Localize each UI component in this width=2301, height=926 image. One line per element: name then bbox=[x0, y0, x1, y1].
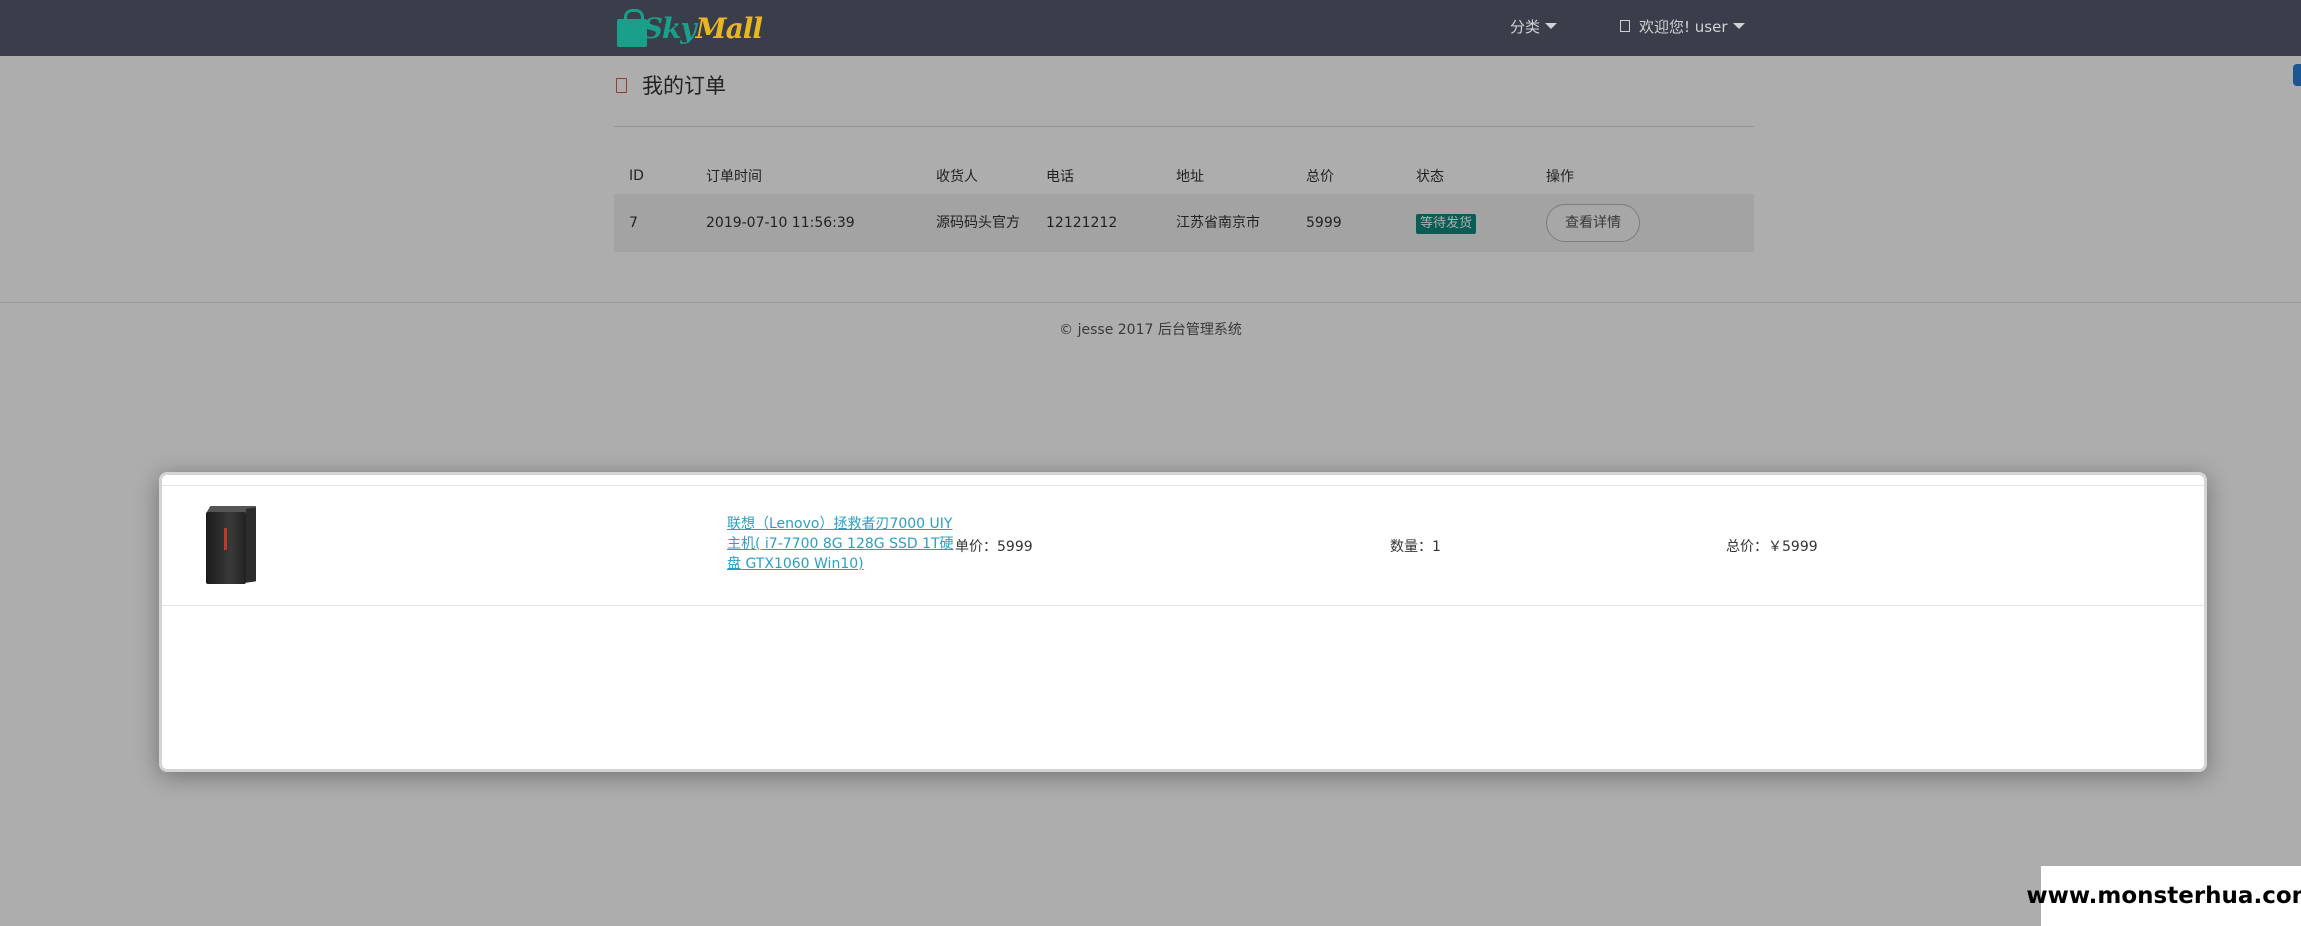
top-navbar: SkyMall 分类 欢迎您! user bbox=[0, 0, 2301, 56]
order-detail-modal: 联想（Lenovo）拯救者刃7000 UIY主机( i7-7700 8G 128… bbox=[159, 472, 2207, 772]
shopping-bag-icon bbox=[617, 9, 647, 47]
order-item-row: 联想（Lenovo）拯救者刃7000 UIY主机( i7-7700 8G 128… bbox=[162, 486, 2204, 606]
category-dropdown-label: 分类 bbox=[1510, 17, 1541, 36]
user-icon bbox=[1620, 20, 1630, 32]
site-watermark: www.monsterhua.com bbox=[2026, 866, 2301, 926]
user-dropdown-label: 欢迎您! user bbox=[1639, 17, 1728, 36]
category-dropdown[interactable]: 分类 bbox=[1510, 0, 1558, 52]
item-subtotal: 总价：￥5999 bbox=[1726, 539, 1818, 555]
brand-name: SkyMall bbox=[642, 11, 763, 45]
product-image bbox=[200, 506, 260, 584]
unit-price: 单价：5999 bbox=[955, 539, 1033, 555]
user-dropdown[interactable]: 欢迎您! user bbox=[1620, 0, 1745, 52]
item-quantity: 数量：1 bbox=[1390, 539, 1441, 555]
brand-logo[interactable]: SkyMall bbox=[617, 4, 763, 52]
caret-down-icon bbox=[1545, 23, 1558, 29]
product-name-link[interactable]: 联想（Lenovo）拯救者刃7000 UIY主机( i7-7700 8G 128… bbox=[727, 514, 962, 574]
caret-down-icon bbox=[1732, 23, 1745, 29]
